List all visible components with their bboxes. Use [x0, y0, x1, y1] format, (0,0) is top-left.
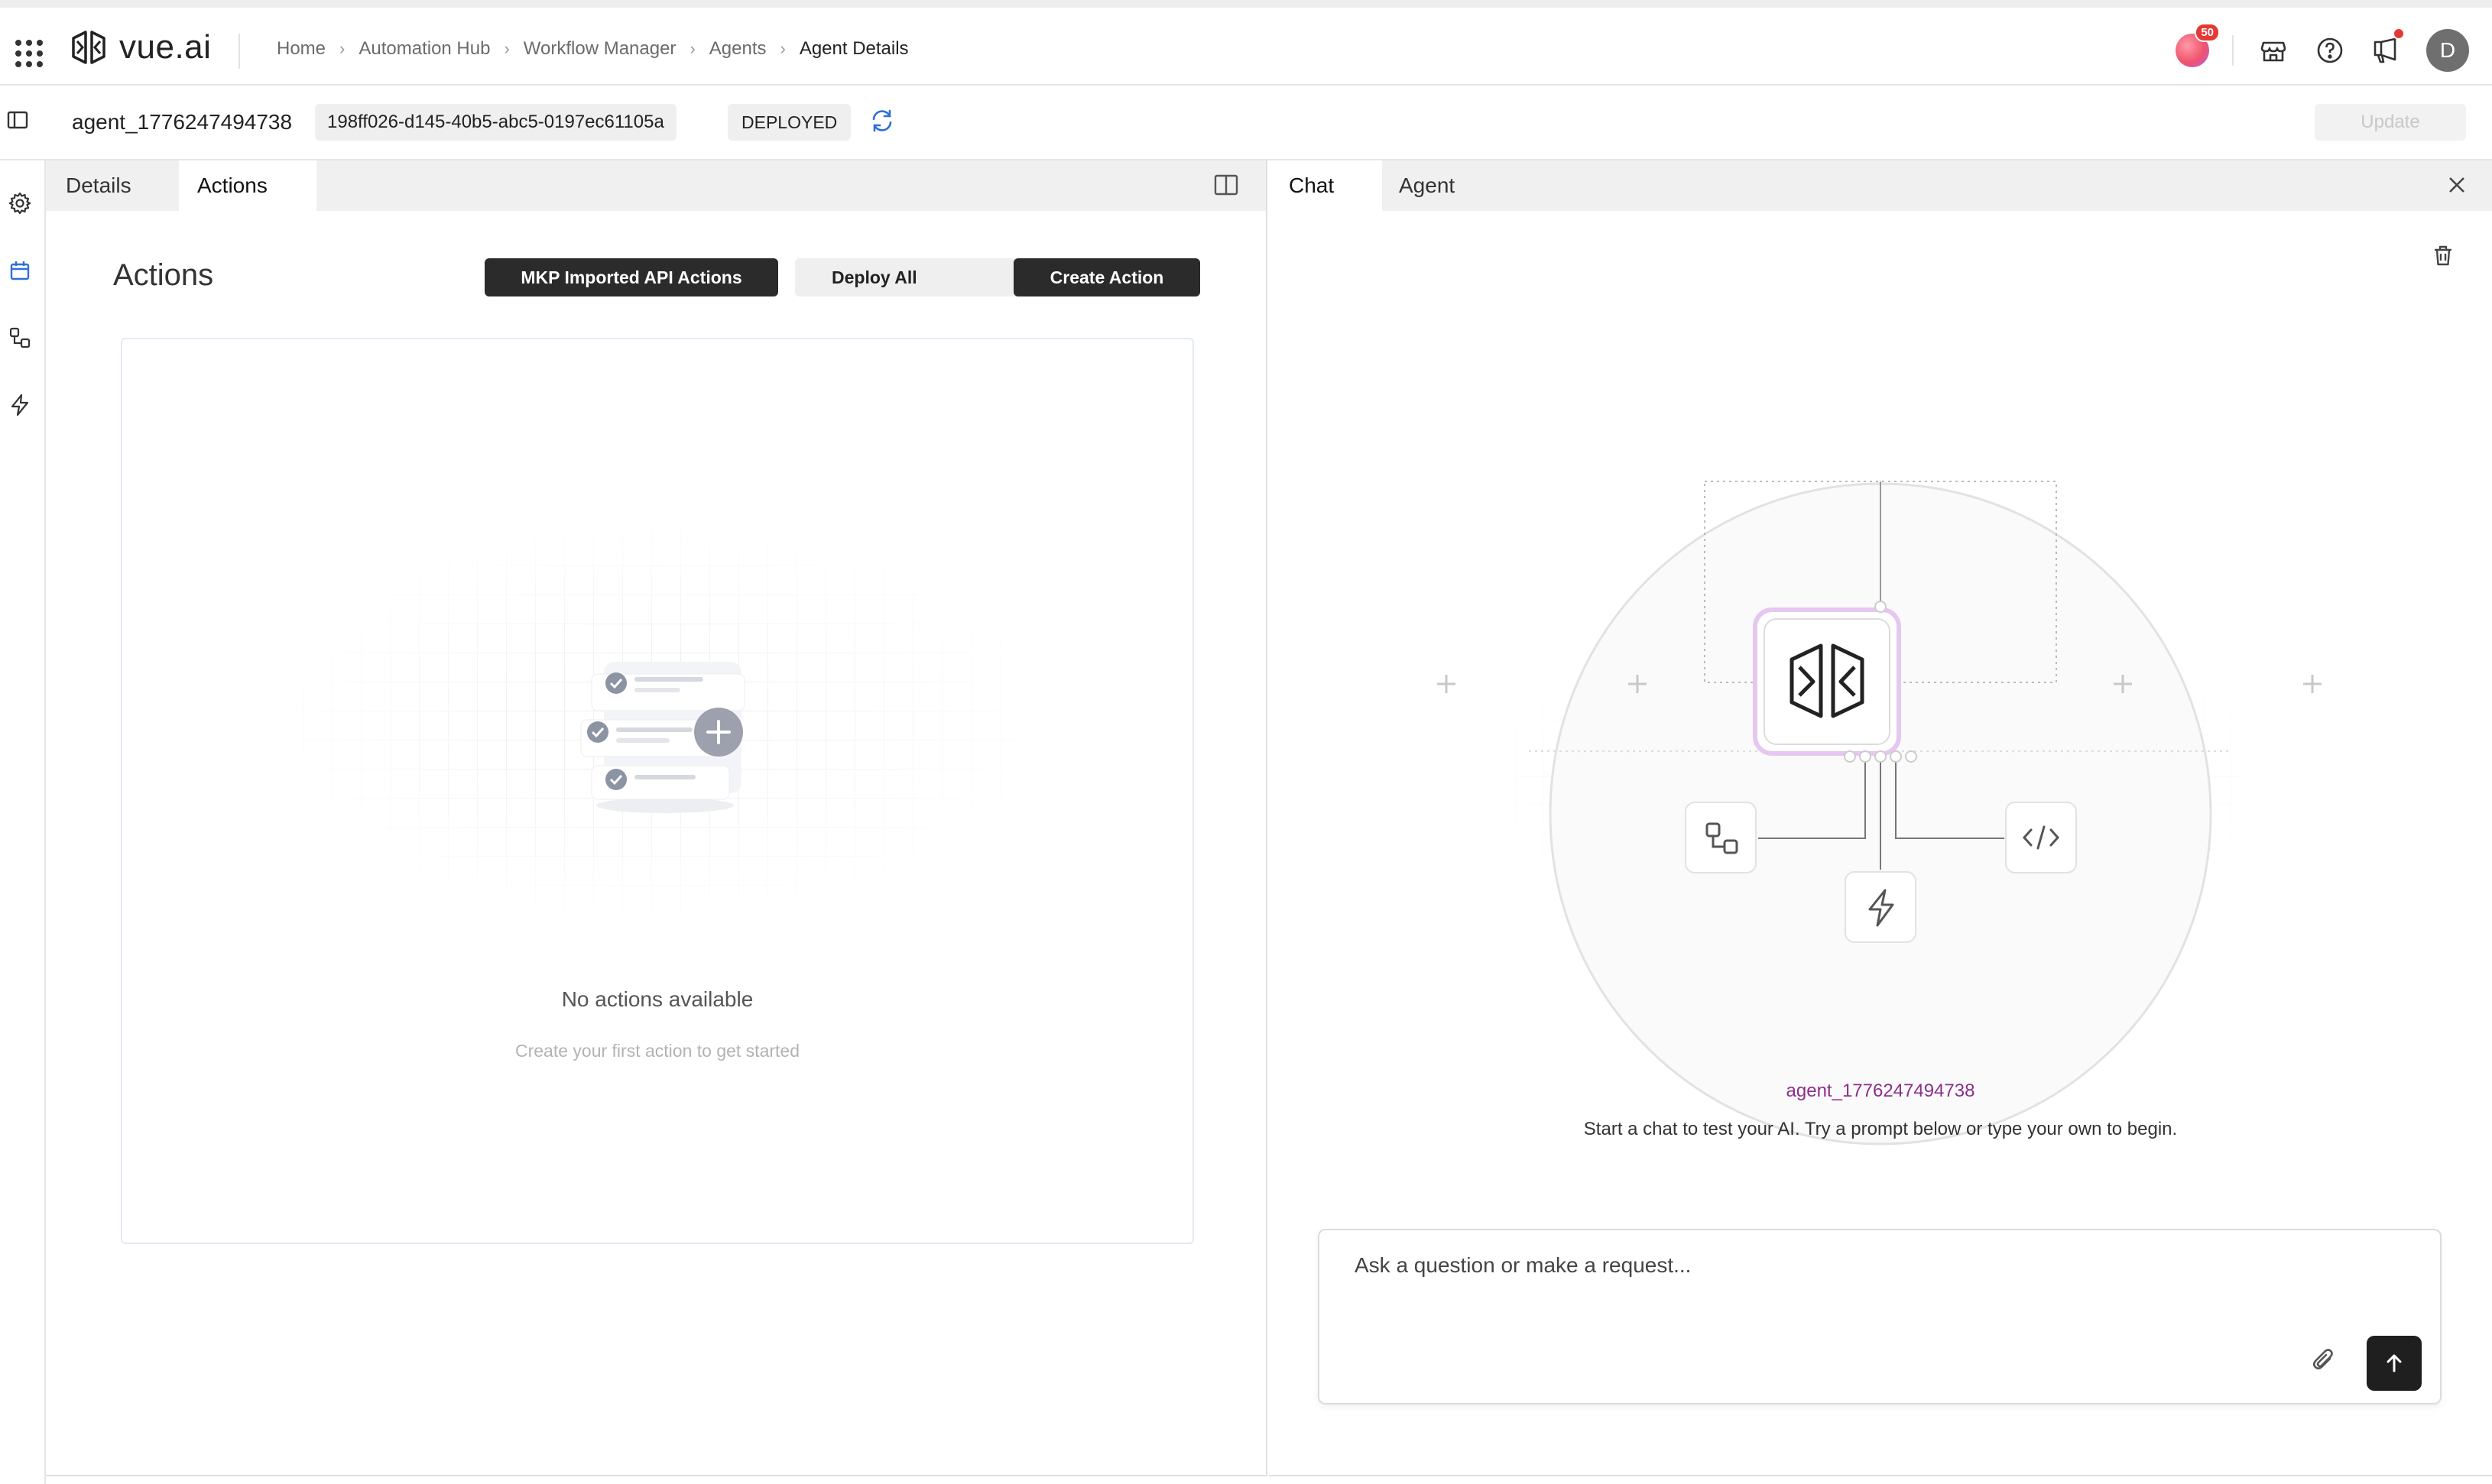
chevron-right-icon: ›	[780, 39, 786, 58]
close-icon	[2449, 177, 2464, 193]
empty-state-subtitle: Create your first action to get started	[514, 1041, 800, 1061]
left-tab-strip: Details Actions	[46, 160, 1266, 211]
clear-chat-button[interactable]	[2431, 243, 2458, 271]
marketplace-button[interactable]	[2257, 34, 2290, 67]
tab-details[interactable]: Details	[66, 160, 173, 211]
user-avatar[interactable]: D	[2426, 29, 2469, 72]
megaphone-icon	[2374, 37, 2396, 63]
refresh-button[interactable]	[868, 107, 899, 138]
breadcrumb-agent-details: Agent Details	[799, 38, 909, 59]
tab-chat[interactable]: Chat	[1269, 160, 1382, 211]
breadcrumb-automation-hub[interactable]: Automation Hub	[359, 38, 490, 60]
workflow-icon	[9, 327, 31, 348]
breadcrumb: Home › Automation Hub › Workflow Manager…	[277, 38, 909, 60]
notification-dot	[2393, 28, 2405, 40]
store-icon	[2260, 41, 2286, 62]
lightning-icon	[11, 394, 29, 416]
paperclip-icon	[2312, 1349, 2333, 1370]
rail-item-triggers[interactable]	[8, 393, 38, 423]
credits-badge: 50	[2195, 23, 2220, 42]
chat-hint-text: Start a chat to test your AI. Try a prom…	[1583, 1119, 2178, 1139]
empty-state-card: No actions available Create your first a…	[121, 338, 1194, 1244]
mkp-imported-api-actions-button[interactable]: MKP Imported API Actions	[485, 258, 778, 296]
breadcrumb-home[interactable]: Home	[277, 38, 326, 60]
deploy-all-dropdown[interactable]: Deploy All	[795, 258, 1041, 296]
create-action-button[interactable]: Create Action	[1014, 258, 1200, 296]
chevron-right-icon: ›	[339, 39, 346, 58]
breadcrumb-workflow-manager[interactable]: Workflow Manager	[524, 38, 677, 60]
refresh-icon	[872, 109, 892, 132]
app-launcher-grid-icon[interactable]	[14, 38, 44, 69]
actions-panel: Details Actions Actions MKP Imported API…	[46, 160, 1267, 1476]
empty-actions-illustration	[580, 662, 745, 813]
deployment-status-badge: DEPLOYED	[728, 104, 852, 141]
split-view-icon	[1214, 174, 1238, 196]
rail-item-settings[interactable]	[8, 191, 38, 222]
top-bar: vue.ai Home › Automation Hub › Workflow …	[0, 0, 2492, 86]
empty-state-title: No actions available	[561, 987, 754, 1011]
close-panel-button[interactable]	[2445, 173, 2472, 200]
divider	[2232, 35, 2234, 66]
chat-agent-name: agent_1776247494738	[1786, 1081, 1975, 1101]
header-actions: 50 D	[2176, 23, 2469, 73]
rail-item-actions[interactable]	[8, 258, 38, 289]
credits-button[interactable]: 50	[2176, 23, 2220, 67]
attach-file-button[interactable]	[2310, 1346, 2341, 1377]
agent-id-chip[interactable]: 198ff026-d145-40b5-abc5-0197ec61105a	[315, 104, 677, 141]
chevron-right-icon: ›	[690, 39, 696, 58]
logo-text: vue.ai	[119, 28, 212, 66]
chat-panel: Chat Agent agent_1776247494738 Start a c…	[1269, 160, 2492, 1476]
divider	[238, 34, 240, 69]
help-button[interactable]	[2313, 34, 2347, 67]
vue-ai-logo[interactable]: vue.ai	[69, 24, 211, 70]
help-icon	[2317, 37, 2343, 63]
arrow-up-icon	[2387, 1354, 2402, 1372]
left-rail	[0, 160, 46, 1484]
agent-name: agent_1776247494738	[72, 110, 293, 134]
breadcrumb-agents[interactable]: Agents	[709, 38, 767, 60]
trash-icon	[2435, 245, 2451, 266]
agent-header-bar: agent_1776247494738 198ff026-d145-40b5-a…	[0, 86, 2492, 160]
chevron-right-icon: ›	[504, 39, 510, 58]
page-title: Actions	[113, 258, 214, 292]
gear-icon	[8, 192, 31, 215]
vue-ai-logo-icon	[72, 31, 105, 64]
tab-agent[interactable]: Agent	[1399, 160, 1506, 211]
chat-input[interactable]	[1355, 1249, 2272, 1282]
tab-actions[interactable]: Actions	[179, 160, 316, 211]
deploy-all-label: Deploy All	[832, 267, 917, 287]
chat-composer	[1318, 1229, 2442, 1405]
announcements-button[interactable]	[2370, 28, 2405, 67]
right-tab-strip: Chat Agent	[1269, 160, 2492, 211]
calendar-icon	[10, 261, 30, 280]
split-view-button[interactable]	[1212, 171, 1243, 202]
send-button[interactable]	[2367, 1336, 2422, 1391]
sidebar-panel-icon	[7, 111, 28, 129]
rail-item-workflows[interactable]	[8, 326, 38, 356]
update-button[interactable]: Update	[2315, 104, 2466, 141]
sidebar-toggle-button[interactable]	[6, 109, 37, 139]
